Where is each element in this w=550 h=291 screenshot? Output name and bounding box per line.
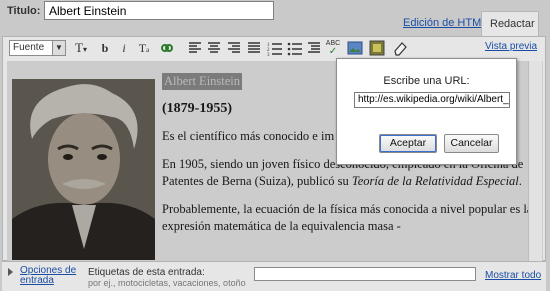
show-all-link[interactable]: Mostrar todo (485, 270, 541, 281)
align-center-icon[interactable] (207, 40, 221, 56)
italic-icon[interactable]: i (118, 40, 130, 56)
align-right-icon[interactable] (227, 40, 241, 56)
paragraph-2-italic: Teoría de la Relatividad Especial (351, 174, 519, 188)
quote-icon[interactable] (306, 40, 322, 56)
paragraph-3: Probablemente, la ecuación de la física … (162, 202, 533, 233)
paragraph-2-end: . (518, 174, 522, 188)
labels-title: Etiquetas de esta entrada: (88, 267, 205, 278)
selected-heading: Albert Einstein (162, 73, 243, 90)
editor-scrollbar[interactable] (528, 61, 542, 261)
title-input[interactable] (44, 1, 274, 20)
image-icon[interactable] (347, 40, 363, 56)
bold-icon[interactable]: b (99, 40, 111, 56)
url-dialog: Escribe una URL: http://es.wikipedia.org… (336, 58, 517, 165)
numbered-list-icon[interactable]: 123 (267, 40, 283, 56)
title-row: Titulo: Edición de HTML Redactar (0, 0, 550, 37)
title-label: Titulo: (7, 5, 41, 17)
eraser-icon[interactable] (392, 40, 408, 56)
expand-arrow-icon[interactable] (8, 268, 13, 276)
font-size-icon[interactable]: T▾ (71, 40, 91, 56)
video-icon[interactable] (369, 40, 385, 56)
chevron-down-icon: ▼ (52, 41, 65, 55)
text-color-icon[interactable]: Ta (137, 40, 151, 56)
formatting-toolbar: Fuente ▼ T▾ b i Ta 123 ABC ✓ Vista previ… (3, 37, 545, 59)
font-select[interactable]: Fuente ▼ (9, 40, 66, 56)
cancel-button[interactable]: Cancelar (444, 134, 499, 153)
dialog-title: Escribe una URL: (383, 75, 470, 87)
svg-text:3: 3 (267, 53, 270, 56)
labels-input[interactable] (254, 267, 476, 281)
preview-link[interactable]: Vista previa (485, 41, 537, 52)
einstein-photo (12, 79, 155, 260)
labels-hint: por ej., motocicletas, vacaciones, otoño (88, 278, 246, 288)
align-left-icon[interactable] (188, 40, 202, 56)
font-select-value: Fuente (13, 42, 45, 53)
bullet-list-icon[interactable] (287, 40, 303, 56)
align-justify-icon[interactable] (247, 40, 261, 56)
entry-options-link[interactable]: Opciones de entrada (20, 266, 82, 286)
spellcheck-icon[interactable]: ABC ✓ (325, 40, 341, 57)
accept-button[interactable]: Aceptar (379, 134, 437, 153)
post-footer: Opciones de entrada Etiquetas de esta en… (2, 261, 546, 291)
tab-compose[interactable]: Redactar (481, 11, 539, 37)
url-input[interactable]: http://es.wikipedia.org/wiki/Albert_ (354, 92, 510, 108)
link-icon[interactable] (159, 40, 175, 56)
